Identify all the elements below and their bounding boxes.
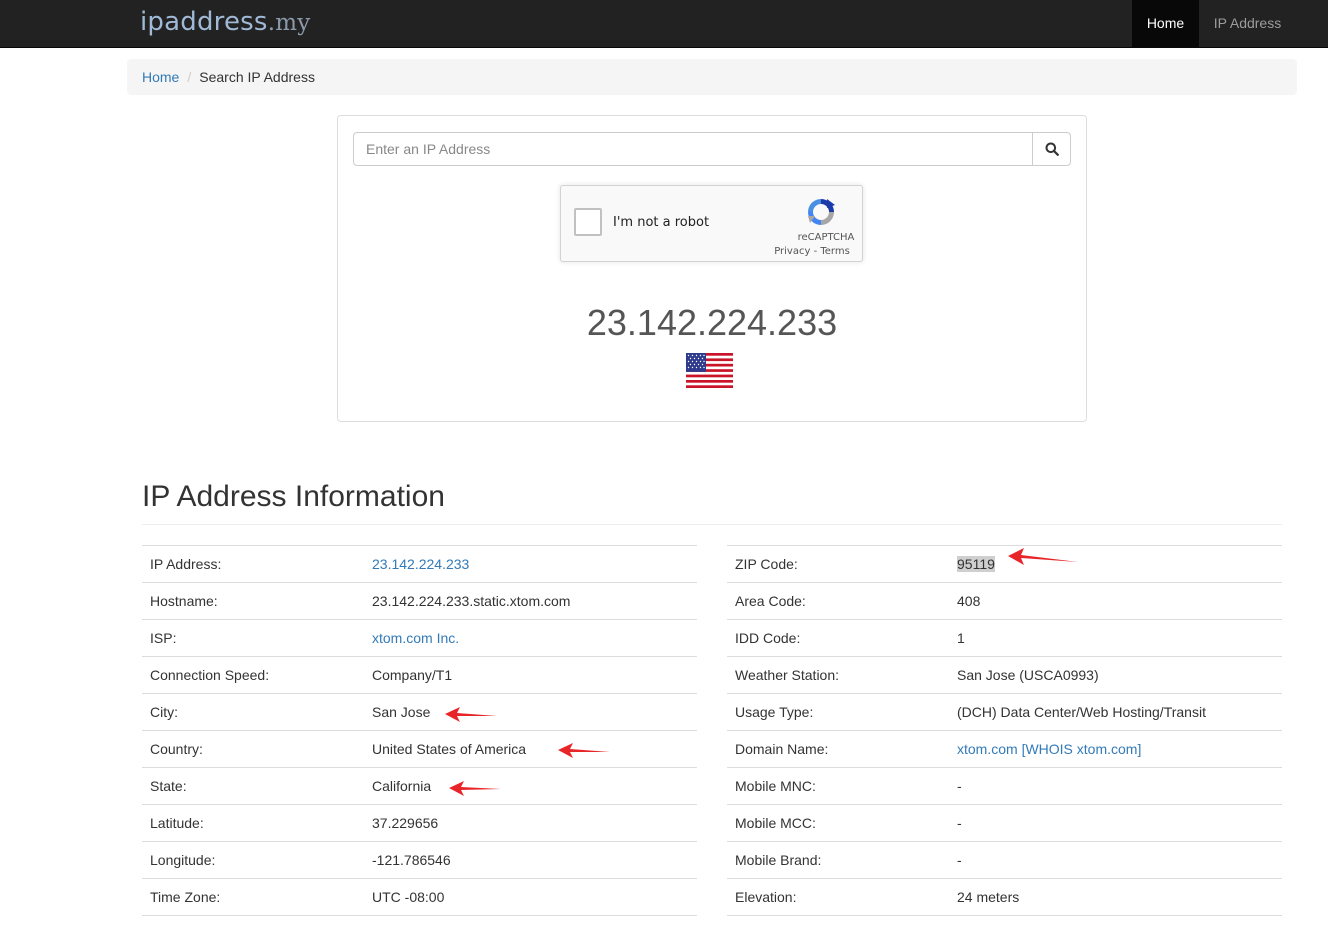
section-divider bbox=[142, 524, 1282, 525]
info-label-mobile-mcc: Mobile MCC: bbox=[727, 804, 949, 842]
breadcrumb: Home / Search IP Address bbox=[127, 59, 1297, 95]
info-label-hostname: Hostname: bbox=[142, 582, 364, 620]
table-row: Weather Station: San Jose (USCA0993) bbox=[727, 656, 1282, 694]
recaptcha-privacy-terms-links[interactable]: Privacy - Terms bbox=[763, 246, 861, 257]
info-label-area-code: Area Code: bbox=[727, 582, 949, 620]
info-value-state: California bbox=[364, 767, 697, 805]
annotation-arrow-icon bbox=[445, 707, 497, 722]
info-value-longitude: -121.786546 bbox=[364, 841, 697, 879]
info-label-elevation: Elevation: bbox=[727, 878, 949, 916]
info-label-mobile-brand: Mobile Brand: bbox=[727, 841, 949, 879]
info-value-area-code: 408 bbox=[949, 582, 1282, 620]
info-value-city: San Jose bbox=[364, 693, 697, 731]
table-row: Mobile MCC: - bbox=[727, 804, 1282, 842]
table-row: Mobile MNC: - bbox=[727, 767, 1282, 805]
table-row: ZIP Code: 95119 bbox=[727, 545, 1282, 583]
annotation-arrow-icon bbox=[1008, 548, 1078, 565]
info-value-ip-address-link[interactable]: 23.142.224.233 bbox=[372, 556, 469, 572]
search-icon bbox=[1045, 142, 1059, 156]
info-label-country: Country: bbox=[142, 730, 364, 768]
info-value-country: United States of America bbox=[364, 730, 697, 768]
info-value-hostname: 23.142.224.233.static.xtom.com bbox=[364, 582, 697, 620]
recaptcha-label: I'm not a robot bbox=[613, 215, 710, 230]
info-label-idd-code: IDD Code: bbox=[727, 619, 949, 657]
table-row: Usage Type: (DCH) Data Center/Web Hosting… bbox=[727, 693, 1282, 731]
info-value-connection-speed: Company/T1 bbox=[364, 656, 697, 694]
info-section-title: IP Address Information bbox=[142, 480, 445, 513]
table-row: Connection Speed: Company/T1 bbox=[142, 656, 697, 694]
info-value-latitude: 37.229656 bbox=[364, 804, 697, 842]
info-value-usage-type: (DCH) Data Center/Web Hosting/Transit bbox=[949, 693, 1282, 731]
brand-name[interactable]: ipaddress bbox=[140, 7, 268, 37]
info-label-ip-address: IP Address: bbox=[142, 545, 364, 583]
table-row: Area Code: 408 bbox=[727, 582, 1282, 620]
table-row: Longitude: -121.786546 bbox=[142, 841, 697, 879]
info-value-weather-station: San Jose (USCA0993) bbox=[949, 656, 1282, 694]
table-row: Time Zone: UTC -08:00 bbox=[142, 878, 697, 916]
brand-tld[interactable]: .my bbox=[268, 10, 311, 36]
table-row: ISP: xtom.com Inc. bbox=[142, 619, 697, 657]
ip-search-input[interactable] bbox=[353, 132, 1033, 166]
info-label-city: City: bbox=[142, 693, 364, 731]
search-panel: I'm not a robot reCAPTCHA Privacy - Term… bbox=[337, 115, 1087, 422]
breadcrumb-separator: / bbox=[187, 69, 192, 85]
info-label-isp: ISP: bbox=[142, 619, 364, 657]
table-row: Country: United States of America bbox=[142, 730, 697, 768]
info-value-isp-link[interactable]: xtom.com Inc. bbox=[372, 630, 459, 646]
info-value-idd-code: 1 bbox=[949, 619, 1282, 657]
breadcrumb-current: Search IP Address bbox=[199, 69, 315, 85]
info-value-mobile-mcc: - bbox=[949, 804, 1282, 842]
search-button[interactable] bbox=[1032, 132, 1071, 166]
info-table-left: IP Address: 23.142.224.233 Hostname: 23.14… bbox=[142, 545, 697, 916]
info-value-mobile-mnc: - bbox=[949, 767, 1282, 805]
info-label-weather-station: Weather Station: bbox=[727, 656, 949, 694]
table-row: Latitude: 37.229656 bbox=[142, 804, 697, 842]
annotation-arrow-icon bbox=[558, 743, 610, 758]
info-value-mobile-brand: - bbox=[949, 841, 1282, 879]
info-label-latitude: Latitude: bbox=[142, 804, 364, 842]
nav-item-home[interactable]: Home bbox=[1132, 0, 1199, 48]
result-ip-address: 23.142.224.233 bbox=[586, 302, 838, 343]
info-table-right: ZIP Code: 95119 Area Code: 408 IDD Code: 1 … bbox=[727, 545, 1282, 916]
annotation-arrow-icon bbox=[449, 781, 501, 796]
info-label-domain-name: Domain Name: bbox=[727, 730, 949, 768]
info-value-zip-code: 95119 bbox=[957, 556, 995, 572]
table-row: Elevation: 24 meters bbox=[727, 878, 1282, 916]
recaptcha-brand: reCAPTCHA bbox=[797, 232, 855, 243]
info-value-elevation: 24 meters bbox=[949, 878, 1282, 916]
info-label-mobile-mnc: Mobile MNC: bbox=[727, 767, 949, 805]
breadcrumb-home-link[interactable]: Home bbox=[142, 69, 179, 85]
recaptcha-logo-icon bbox=[808, 199, 835, 225]
info-value-domain-name-link[interactable]: xtom.com [WHOIS xtom.com] bbox=[957, 741, 1141, 757]
info-label-usage-type: Usage Type: bbox=[727, 693, 949, 731]
table-row: Mobile Brand: - bbox=[727, 841, 1282, 879]
table-row: Domain Name: xtom.com [WHOIS xtom.com] bbox=[727, 730, 1282, 768]
info-label-connection-speed: Connection Speed: bbox=[142, 656, 364, 694]
nav-item-ip-address[interactable]: IP Address bbox=[1199, 0, 1296, 48]
table-row: State: California bbox=[142, 767, 697, 805]
table-row: Hostname: 23.142.224.233.static.xtom.com bbox=[142, 582, 697, 620]
info-label-zip-code: ZIP Code: bbox=[727, 545, 949, 583]
us-flag-icon bbox=[686, 353, 733, 388]
recaptcha-checkbox[interactable] bbox=[574, 208, 602, 236]
site-logo[interactable]: ipaddress.my bbox=[140, 7, 310, 37]
info-label-longitude: Longitude: bbox=[142, 841, 364, 879]
top-navbar: ipaddress.my Home IP Address bbox=[0, 0, 1328, 48]
info-value-time-zone: UTC -08:00 bbox=[364, 878, 697, 916]
recaptcha-widget: I'm not a robot reCAPTCHA Privacy - Term… bbox=[560, 185, 863, 262]
table-row: IDD Code: 1 bbox=[727, 619, 1282, 657]
info-label-time-zone: Time Zone: bbox=[142, 878, 364, 916]
info-label-state: State: bbox=[142, 767, 364, 805]
table-row: City: San Jose bbox=[142, 693, 697, 731]
table-row: IP Address: 23.142.224.233 bbox=[142, 545, 697, 583]
